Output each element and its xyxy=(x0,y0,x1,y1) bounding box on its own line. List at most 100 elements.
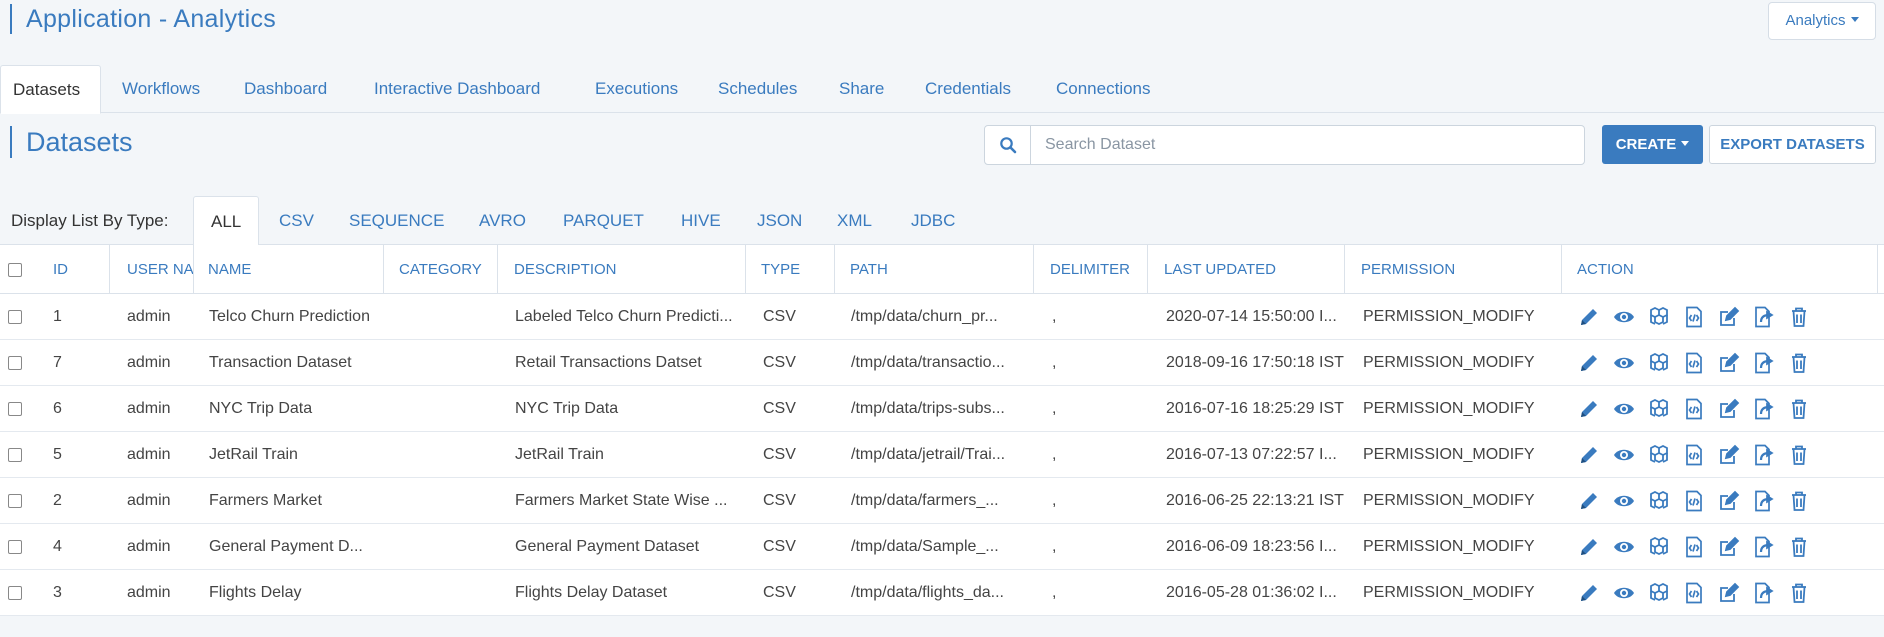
eye-icon[interactable] xyxy=(1612,535,1636,559)
type-tab-json[interactable]: JSON xyxy=(740,196,819,245)
eye-icon[interactable] xyxy=(1612,581,1636,605)
type-tab-xml[interactable]: XML xyxy=(820,196,889,245)
type-tab-hive[interactable]: HIVE xyxy=(664,196,738,245)
type-tab-jdbc[interactable]: JDBC xyxy=(894,196,972,245)
share-file-icon[interactable] xyxy=(1752,489,1776,513)
tab-datasets[interactable]: Datasets xyxy=(0,65,101,114)
col-name[interactable]: NAME xyxy=(200,245,384,294)
tab-interactive-dashboard[interactable]: Interactive Dashboard xyxy=(362,65,552,113)
trash-icon[interactable] xyxy=(1787,443,1811,467)
type-tab-all[interactable]: ALL xyxy=(193,196,260,246)
row-actions xyxy=(1577,570,1822,615)
share-file-icon[interactable] xyxy=(1752,443,1776,467)
edit-square-icon[interactable] xyxy=(1717,397,1741,421)
edit-square-icon[interactable] xyxy=(1717,581,1741,605)
cubes-icon[interactable] xyxy=(1647,443,1671,467)
type-tab-parquet[interactable]: PARQUET xyxy=(546,196,661,245)
share-file-icon[interactable] xyxy=(1752,535,1776,559)
search-input[interactable] xyxy=(1031,126,1584,164)
code-file-icon[interactable] xyxy=(1682,305,1706,329)
cell-delimiter: , xyxy=(1052,400,1057,417)
pencil-icon[interactable] xyxy=(1577,535,1601,559)
trash-icon[interactable] xyxy=(1787,351,1811,375)
cell-delimiter: , xyxy=(1052,492,1057,509)
cell-path: /tmp/data/flights_da... xyxy=(851,584,1004,601)
row-checkbox[interactable] xyxy=(8,310,22,324)
row-checkbox[interactable] xyxy=(8,494,22,508)
cubes-icon[interactable] xyxy=(1647,489,1671,513)
edit-square-icon[interactable] xyxy=(1717,489,1741,513)
cell-last-updated: 2016-07-13 07:22:57 I... xyxy=(1166,446,1337,463)
tab-dashboard[interactable]: Dashboard xyxy=(232,65,339,113)
col-user-name[interactable]: USER NA... xyxy=(119,245,194,294)
col-id[interactable]: ID xyxy=(45,245,110,294)
type-tab-csv[interactable]: CSV xyxy=(262,196,331,245)
tab-executions[interactable]: Executions xyxy=(583,65,690,113)
pencil-icon[interactable] xyxy=(1577,397,1601,421)
edit-square-icon[interactable] xyxy=(1717,443,1741,467)
pencil-icon[interactable] xyxy=(1577,443,1601,467)
cell-type: CSV xyxy=(763,354,796,371)
type-tab-avro[interactable]: AVRO xyxy=(462,196,543,245)
pencil-icon[interactable] xyxy=(1577,305,1601,329)
cubes-icon[interactable] xyxy=(1647,351,1671,375)
share-file-icon[interactable] xyxy=(1752,397,1776,421)
code-file-icon[interactable] xyxy=(1682,581,1706,605)
row-checkbox[interactable] xyxy=(8,586,22,600)
col-category[interactable]: CATEGORY xyxy=(391,245,498,294)
row-checkbox[interactable] xyxy=(8,356,22,370)
share-file-icon[interactable] xyxy=(1752,305,1776,329)
row-checkbox[interactable] xyxy=(8,540,22,554)
cell-permission: PERMISSION_MODIFY xyxy=(1363,446,1535,463)
create-button[interactable]: CREATE xyxy=(1602,125,1703,164)
row-checkbox[interactable] xyxy=(8,402,22,416)
code-file-icon[interactable] xyxy=(1682,443,1706,467)
pencil-icon[interactable] xyxy=(1577,581,1601,605)
code-file-icon[interactable] xyxy=(1682,397,1706,421)
cubes-icon[interactable] xyxy=(1647,397,1671,421)
col-delimiter[interactable]: DELIMITER xyxy=(1042,245,1148,294)
code-file-icon[interactable] xyxy=(1682,489,1706,513)
share-file-icon[interactable] xyxy=(1752,581,1776,605)
search-button[interactable] xyxy=(985,126,1031,164)
col-permission[interactable]: PERMISSION xyxy=(1353,245,1562,294)
eye-icon[interactable] xyxy=(1612,305,1636,329)
export-datasets-button[interactable]: EXPORT DATASETS xyxy=(1709,125,1876,164)
cubes-icon[interactable] xyxy=(1647,581,1671,605)
tab-credentials[interactable]: Credentials xyxy=(913,65,1023,113)
trash-icon[interactable] xyxy=(1787,489,1811,513)
row-checkbox[interactable] xyxy=(8,448,22,462)
trash-icon[interactable] xyxy=(1787,535,1811,559)
share-file-icon[interactable] xyxy=(1752,351,1776,375)
col-type[interactable]: TYPE xyxy=(753,245,835,294)
edit-square-icon[interactable] xyxy=(1717,535,1741,559)
edit-square-icon[interactable] xyxy=(1717,351,1741,375)
pencil-icon[interactable] xyxy=(1577,351,1601,375)
col-description[interactable]: DESCRIPTION xyxy=(506,245,746,294)
col-action: ACTION xyxy=(1569,245,1878,294)
cubes-icon[interactable] xyxy=(1647,305,1671,329)
eye-icon[interactable] xyxy=(1612,397,1636,421)
col-path[interactable]: PATH xyxy=(842,245,1034,294)
eye-icon[interactable] xyxy=(1612,443,1636,467)
select-all-checkbox[interactable] xyxy=(8,263,22,277)
cell-name: Flights Delay xyxy=(209,584,302,601)
trash-icon[interactable] xyxy=(1787,581,1811,605)
type-tab-sequence[interactable]: SEQUENCE xyxy=(332,196,461,245)
edit-square-icon[interactable] xyxy=(1717,305,1741,329)
app-switcher-dropdown[interactable]: Analytics xyxy=(1768,2,1876,40)
eye-icon[interactable] xyxy=(1612,351,1636,375)
tab-connections[interactable]: Connections xyxy=(1044,65,1163,113)
trash-icon[interactable] xyxy=(1787,397,1811,421)
pencil-icon[interactable] xyxy=(1577,489,1601,513)
cubes-icon[interactable] xyxy=(1647,535,1671,559)
tab-workflows[interactable]: Workflows xyxy=(110,65,212,113)
eye-icon[interactable] xyxy=(1612,489,1636,513)
caret-down-icon xyxy=(1850,17,1859,22)
tab-share[interactable]: Share xyxy=(827,65,896,113)
code-file-icon[interactable] xyxy=(1682,351,1706,375)
trash-icon[interactable] xyxy=(1787,305,1811,329)
code-file-icon[interactable] xyxy=(1682,535,1706,559)
tab-schedules[interactable]: Schedules xyxy=(706,65,809,113)
col-last-updated[interactable]: LAST UPDATED xyxy=(1156,245,1345,294)
